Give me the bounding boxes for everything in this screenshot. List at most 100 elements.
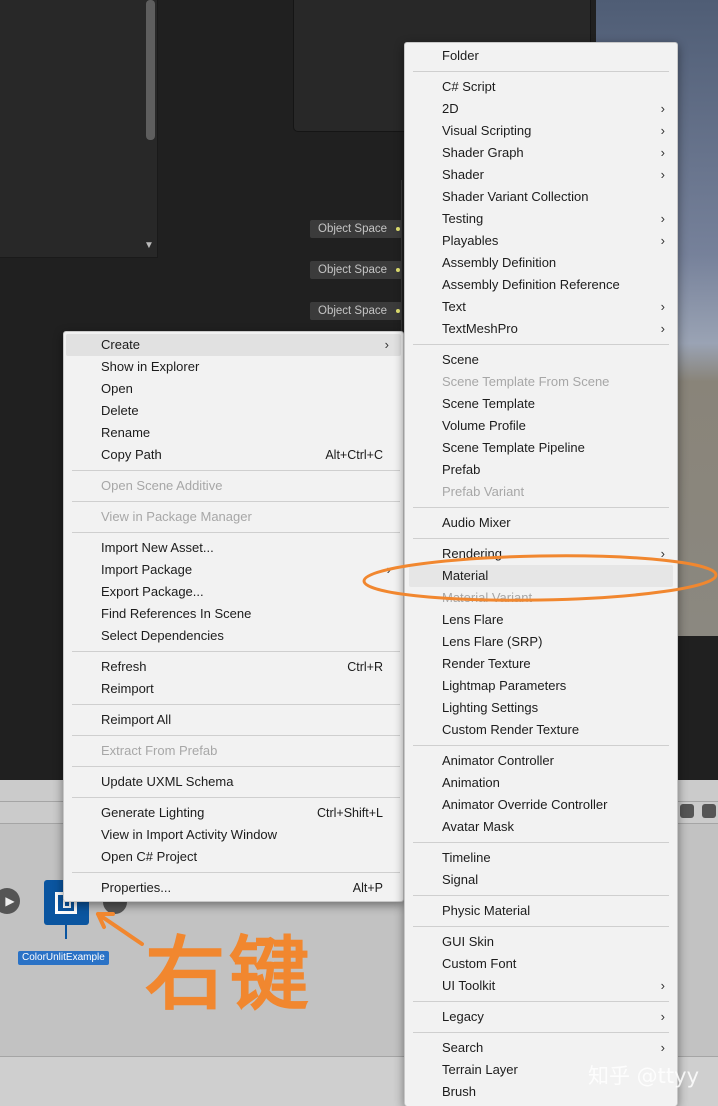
create-menu-item-c-script[interactable]: C# Script: [405, 76, 677, 98]
context-menu-item-open[interactable]: Open: [64, 378, 403, 400]
create-menu-item-render-texture[interactable]: Render Texture: [405, 653, 677, 675]
menu-item-label: Export Package...: [101, 584, 204, 599]
create-menu-item-animator-controller[interactable]: Animator Controller: [405, 750, 677, 772]
context-menu-item-reimport[interactable]: Reimport: [64, 678, 403, 700]
create-menu-item-lighting-settings[interactable]: Lighting Settings: [405, 697, 677, 719]
create-menu-item-scene-template[interactable]: Scene Template: [405, 393, 677, 415]
menu-item-label: Open: [101, 381, 133, 396]
menu-item-label: Material: [442, 568, 489, 583]
project-panel-top: [0, 0, 158, 258]
context-menu-item-properties[interactable]: Properties... Alt+P: [64, 877, 403, 899]
create-menu-item-timeline[interactable]: Timeline: [405, 847, 677, 869]
menu-item-label: Rendering: [442, 546, 502, 561]
chevron-right-icon: ›: [660, 546, 665, 561]
create-menu-item-audio-mixer[interactable]: Audio Mixer: [405, 512, 677, 534]
context-menu-item-import-new-asset[interactable]: Import New Asset...: [64, 537, 403, 559]
menu-item-label: Prefab Variant: [442, 484, 525, 499]
context-menu-item-show-in-explorer[interactable]: Show in Explorer: [64, 356, 403, 378]
object-space-port[interactable]: Object Space: [310, 220, 402, 238]
menu-item-label: TextMeshPro: [442, 321, 518, 336]
create-menu-item-ui-toolkit[interactable]: UI Toolkit ›: [405, 975, 677, 997]
menu-item-label: Update UXML Schema: [101, 774, 234, 789]
create-menu-item-playables[interactable]: Playables ›: [405, 230, 677, 252]
menu-separator: [405, 838, 677, 847]
create-menu-item-assembly-definition[interactable]: Assembly Definition: [405, 252, 677, 274]
context-menu-item-rename[interactable]: Rename: [64, 422, 403, 444]
context-menu-item-refresh[interactable]: Refresh Ctrl+R: [64, 656, 403, 678]
menu-separator: [64, 497, 403, 506]
asset-label[interactable]: ColorUnlitExample: [18, 951, 109, 965]
tag-icon[interactable]: [702, 804, 716, 818]
menu-item-label: Animator Override Controller: [442, 797, 608, 812]
lock-icon[interactable]: [680, 804, 694, 818]
scrollbar[interactable]: [146, 0, 155, 140]
menu-item-label: Lightmap Parameters: [442, 678, 567, 693]
create-menu-item-custom-font[interactable]: Custom Font: [405, 953, 677, 975]
scroll-down-icon[interactable]: ▼: [144, 240, 154, 251]
context-menu-item-reimport-all[interactable]: Reimport All: [64, 709, 403, 731]
create-menu-item-testing[interactable]: Testing ›: [405, 208, 677, 230]
menu-item-label: Custom Font: [442, 956, 517, 971]
menu-item-label: 2D: [442, 101, 459, 116]
menu-separator: [64, 868, 403, 877]
chevron-right-icon: ›: [660, 1040, 665, 1055]
create-menu-item-shader-variant-collection[interactable]: Shader Variant Collection: [405, 186, 677, 208]
context-menu-item-delete[interactable]: Delete: [64, 400, 403, 422]
create-menu-item-scene-template-pipeline[interactable]: Scene Template Pipeline: [405, 437, 677, 459]
create-menu-item-shader-graph[interactable]: Shader Graph ›: [405, 142, 677, 164]
chevron-right-icon: ›: [660, 233, 665, 248]
menu-item-label: Reimport: [101, 681, 154, 696]
menu-separator: [64, 700, 403, 709]
create-menu-item-scene[interactable]: Scene: [405, 349, 677, 371]
create-menu-item-animation[interactable]: Animation: [405, 772, 677, 794]
menu-item-label: Open Scene Additive: [101, 478, 223, 493]
create-menu-item-folder[interactable]: Folder: [405, 45, 677, 67]
context-menu-item-import-package[interactable]: Import Package ›: [64, 559, 403, 581]
menu-item-label: C# Script: [442, 79, 496, 94]
create-menu-item-animator-override-controller[interactable]: Animator Override Controller: [405, 794, 677, 816]
menu-item-shortcut: Ctrl+Shift+L: [316, 806, 383, 820]
create-menu-item-text[interactable]: Text ›: [405, 296, 677, 318]
context-menu-item-update-uxml-schema[interactable]: Update UXML Schema: [64, 771, 403, 793]
menu-item-label: Select Dependencies: [101, 628, 224, 643]
create-menu-item-gui-skin[interactable]: GUI Skin: [405, 931, 677, 953]
context-menu-item-generate-lighting[interactable]: Generate Lighting Ctrl+Shift+L: [64, 802, 403, 824]
context-menu-item-open-c-project[interactable]: Open C# Project: [64, 846, 403, 868]
menu-separator: [405, 997, 677, 1006]
create-menu-item-shader[interactable]: Shader ›: [405, 164, 677, 186]
object-space-port[interactable]: Object Space: [310, 261, 402, 279]
create-menu-item-physic-material[interactable]: Physic Material: [405, 900, 677, 922]
create-menu-item-legacy[interactable]: Legacy ›: [405, 1006, 677, 1028]
menu-item-shortcut: Ctrl+R: [347, 660, 383, 674]
context-menu-item-select-dependencies[interactable]: Select Dependencies: [64, 625, 403, 647]
context-menu-item-extract-from-prefab: Extract From Prefab: [64, 740, 403, 762]
create-menu-item-volume-profile[interactable]: Volume Profile: [405, 415, 677, 437]
menu-separator: [64, 762, 403, 771]
create-menu-item-rendering[interactable]: Rendering ›: [405, 543, 677, 565]
create-menu-item-prefab[interactable]: Prefab: [405, 459, 677, 481]
create-menu-item-lens-flare[interactable]: Lens Flare: [405, 609, 677, 631]
create-menu-item-lens-flare-srp[interactable]: Lens Flare (SRP): [405, 631, 677, 653]
menu-separator: [405, 534, 677, 543]
create-menu-item-search[interactable]: Search ›: [405, 1037, 677, 1059]
create-menu-item-2d[interactable]: 2D ›: [405, 98, 677, 120]
create-menu-item-textmeshpro[interactable]: TextMeshPro ›: [405, 318, 677, 340]
context-menu-item-copy-path[interactable]: Copy Path Alt+Ctrl+C: [64, 444, 403, 466]
create-menu-item-assembly-definition-reference[interactable]: Assembly Definition Reference: [405, 274, 677, 296]
context-menu-item-view-in-import-activity-window[interactable]: View in Import Activity Window: [64, 824, 403, 846]
create-menu-item-material[interactable]: Material: [409, 565, 673, 587]
context-menu-item-create[interactable]: Create ›: [66, 334, 401, 356]
menu-item-label: Delete: [101, 403, 139, 418]
create-menu-item-avatar-mask[interactable]: Avatar Mask: [405, 816, 677, 838]
menu-item-label: Legacy: [442, 1009, 484, 1024]
menu-item-label: Render Texture: [442, 656, 531, 671]
create-menu-item-visual-scripting[interactable]: Visual Scripting ›: [405, 120, 677, 142]
menu-item-label: Lens Flare (SRP): [442, 634, 543, 649]
create-menu-item-custom-render-texture[interactable]: Custom Render Texture: [405, 719, 677, 741]
create-menu-item-lightmap-parameters[interactable]: Lightmap Parameters: [405, 675, 677, 697]
context-menu-item-export-package[interactable]: Export Package...: [64, 581, 403, 603]
create-menu-item-signal[interactable]: Signal: [405, 869, 677, 891]
object-space-port[interactable]: Object Space: [310, 302, 402, 320]
menu-item-label: Search: [442, 1040, 484, 1055]
context-menu-item-find-references-in-scene[interactable]: Find References In Scene: [64, 603, 403, 625]
